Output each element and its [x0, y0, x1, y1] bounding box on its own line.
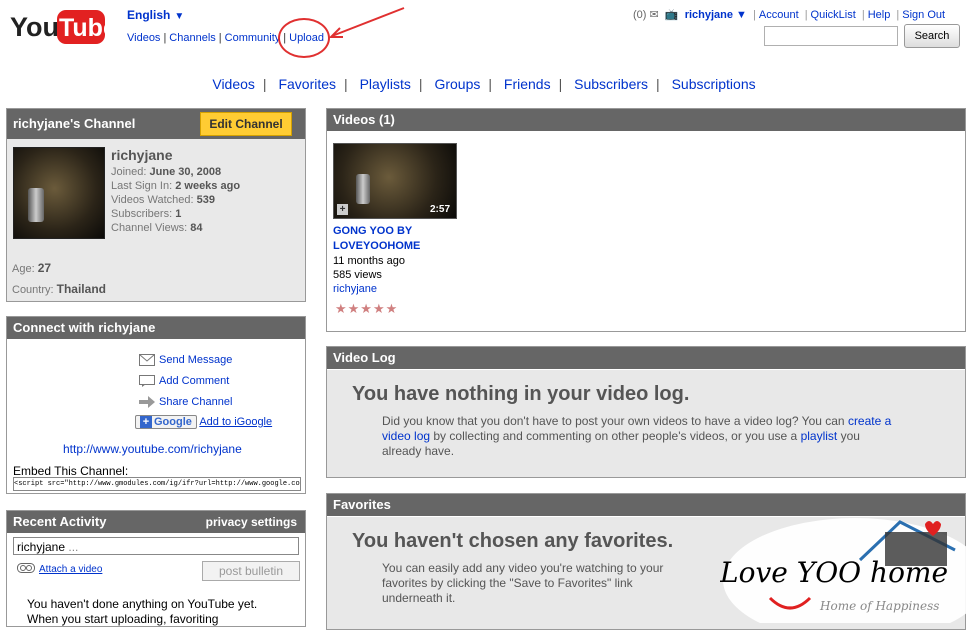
channel-nav-videos[interactable]: Videos — [212, 76, 255, 92]
google-badge: + Google — [135, 415, 197, 429]
film-icon — [17, 563, 35, 576]
channel-avatar[interactable] — [13, 147, 105, 239]
playlist-link[interactable]: playlist — [801, 429, 838, 443]
favorites-heading: You haven't chosen any favorites. — [352, 530, 674, 552]
channel-url[interactable]: http://www.youtube.com/richyjane — [63, 442, 242, 456]
recent-activity-panel: Recent Activity privacy settings richyja… — [6, 510, 306, 627]
stat-videos-watched: Videos Watched: 539 — [111, 194, 215, 206]
attach-video-link[interactable]: Attach a video — [17, 563, 102, 576]
videos-title: Videos (1) — [327, 109, 965, 131]
loveyoohome-watermark: Love YOO home Home of Happiness — [719, 510, 968, 630]
signout-link[interactable]: Sign Out — [902, 9, 945, 21]
video-age: 11 months ago — [333, 255, 405, 267]
stat-joined: Joined: June 30, 2008 — [111, 166, 222, 178]
privacy-settings-link[interactable]: privacy settings — [206, 511, 297, 533]
svg-text:You: You — [10, 12, 59, 42]
nav-videos[interactable]: Videos — [127, 32, 160, 44]
stat-subscribers: Subscribers: 1 — [111, 208, 182, 220]
channel-nav: Videos | Favorites | Playlists | Groups | Fr… — [212, 76, 756, 92]
edit-channel-button[interactable]: Edit Channel — [200, 112, 292, 136]
profile-country: Country: Thailand — [12, 282, 106, 296]
video-duration: 2:57 — [429, 204, 450, 215]
recent-activity-header: Recent Activity privacy settings — [7, 511, 305, 533]
video-rating-stars: ★★★★★ — [335, 301, 399, 316]
stat-last-signin: Last Sign In: 2 weeks ago — [111, 180, 241, 192]
svg-text:Tube: Tube — [59, 14, 108, 42]
quicklist-link[interactable]: QuickList — [811, 9, 856, 21]
search-button[interactable]: Search — [904, 24, 960, 48]
channel-nav-favorites[interactable]: Favorites — [278, 76, 336, 92]
channel-username: richyjane — [111, 147, 173, 163]
watermark-text: Love YOO home — [720, 556, 948, 589]
account-link[interactable]: Account — [759, 9, 799, 21]
chevron-down-icon: ▼ — [174, 11, 185, 22]
channel-nav-friends[interactable]: Friends — [504, 76, 551, 92]
add-igoogle-link[interactable]: + Google Add to iGoogle — [135, 415, 272, 429]
youtube-logo[interactable]: You Tube — [10, 6, 117, 46]
annotation-arrow — [328, 7, 405, 38]
channel-nav-subscriptions[interactable]: Subscriptions — [672, 76, 756, 92]
plus-icon: + — [140, 416, 152, 428]
favorites-text: You can easily add any video you're watc… — [382, 561, 664, 605]
notification-count: (0) — [633, 9, 647, 21]
comment-icon — [139, 375, 155, 388]
video-log-title: Video Log — [327, 347, 965, 369]
send-message-link[interactable]: Send Message — [139, 354, 232, 367]
help-link[interactable]: Help — [868, 9, 891, 21]
recent-activity-title: Recent Activity — [13, 514, 107, 529]
utility-bar: (0) ✉ 📺 richyjane ▼ | Account | QuickList … — [633, 9, 946, 21]
stat-channel-views: Channel Views: 84 — [111, 222, 203, 234]
videos-panel: Videos (1) + 2:57 GONG YOO BY LOVEYOOHOM… — [326, 108, 966, 332]
share-channel-link[interactable]: Share Channel — [139, 396, 232, 409]
connect-panel: Connect with richyjane Send Message Add … — [6, 316, 306, 494]
channel-info-panel: richyjane's Channel Edit Channel richyja… — [6, 108, 306, 302]
language-label: English — [127, 8, 171, 22]
nav-community[interactable]: Community — [225, 32, 281, 44]
add-comment-link[interactable]: Add Comment — [139, 375, 229, 388]
video-log-text: Did you know that you don't have to post… — [382, 414, 892, 458]
nav-channels[interactable]: Channels — [169, 32, 215, 44]
add-quicklist-icon[interactable]: + — [337, 204, 348, 215]
username-menu[interactable]: richyjane ▼ — [685, 9, 747, 21]
language-selector[interactable]: English ▼ — [127, 8, 184, 22]
channel-nav-subscribers[interactable]: Subscribers — [574, 76, 648, 92]
video-thumbnail[interactable]: + 2:57 — [333, 143, 457, 219]
watermark-subtext: Home of Happiness — [819, 599, 939, 613]
search-input[interactable] — [764, 26, 898, 46]
mail-icon[interactable]: ✉ — [650, 9, 659, 21]
channel-nav-groups[interactable]: Groups — [434, 76, 480, 92]
video-title-link[interactable]: GONG YOO BY LOVEYOOHOME — [333, 224, 453, 254]
video-log-heading: You have nothing in your video log. — [352, 383, 690, 405]
video-author-link[interactable]: richyjane — [333, 283, 377, 295]
share-arrow-icon — [139, 396, 155, 409]
embed-label: Embed This Channel: — [13, 464, 129, 478]
tv-icon[interactable]: 📺 — [665, 9, 679, 21]
embed-code-field[interactable]: <script src="http://www.gmodules.com/ig/… — [13, 477, 301, 491]
video-views: 585 views — [333, 269, 382, 281]
connect-title: Connect with richyjane — [7, 317, 305, 339]
envelope-icon — [139, 354, 155, 367]
annotation-circle — [278, 18, 330, 58]
channel-nav-playlists[interactable]: Playlists — [360, 76, 411, 92]
video-log-panel: Video Log You have nothing in your video… — [326, 346, 966, 478]
bulletin-input[interactable]: richyjane ... — [13, 537, 299, 555]
profile-age: Age: 27 — [12, 261, 52, 275]
post-bulletin-button[interactable]: post bulletin — [202, 561, 300, 581]
